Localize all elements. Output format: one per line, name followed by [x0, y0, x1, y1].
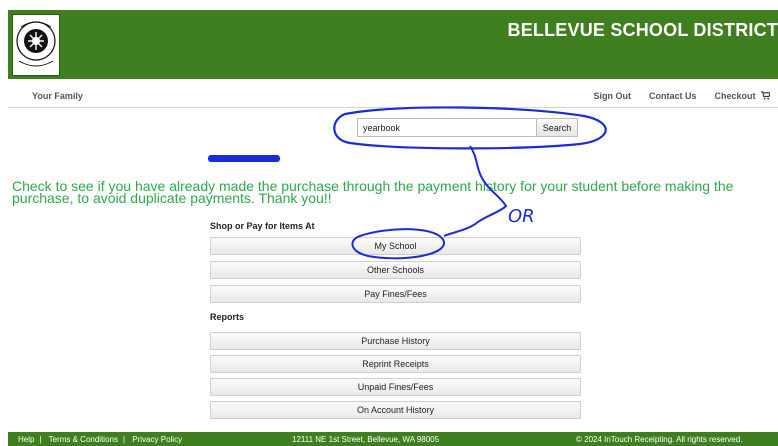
search-button[interactable]: Search [536, 118, 578, 137]
contact-us-link[interactable]: Contact Us [649, 91, 697, 101]
handwritten-or-text: OR [508, 206, 535, 227]
nav-actions: Sign Out Contact Us Checkout [593, 91, 771, 101]
unpaid-fines-button[interactable]: Unpaid Fines/Fees [210, 378, 581, 396]
duplicate-payment-notice: Check to see if you have already made th… [12, 178, 734, 206]
pay-fines-button[interactable]: Pay Fines/Fees [210, 285, 581, 303]
terms-link[interactable]: Terms & Conditions [49, 435, 118, 444]
my-school-button[interactable]: My School [210, 237, 581, 255]
on-account-history-button[interactable]: On Account History [210, 401, 581, 419]
footer-copyright: © 2024 InTouch Receipting. All rights re… [576, 435, 743, 444]
district-seal-icon [16, 21, 56, 67]
search-input[interactable] [357, 118, 537, 137]
help-link[interactable]: Help [18, 435, 34, 444]
top-nav: Your Family Sign Out Contact Us Checkout [8, 85, 778, 108]
reports-heading: Reports [210, 312, 245, 322]
nav-your-family[interactable]: Your Family [32, 91, 83, 101]
privacy-link[interactable]: Privacy Policy [132, 435, 182, 444]
checkout-link[interactable]: Checkout [714, 91, 771, 101]
other-schools-button[interactable]: Other Schools [210, 261, 581, 279]
sign-out-link[interactable]: Sign Out [593, 91, 631, 101]
district-logo[interactable] [12, 14, 60, 76]
site-header: BELLEVUE SCHOOL DISTRICT [8, 10, 778, 79]
site-title: BELLEVUE SCHOOL DISTRICT [507, 20, 778, 40]
purchase-history-button[interactable]: Purchase History [210, 332, 581, 350]
shop-heading: Shop or Pay for Items At [210, 221, 315, 231]
cart-icon [761, 91, 771, 100]
search-bar: Search [357, 118, 578, 139]
checkout-label: Checkout [714, 91, 756, 101]
site-footer: Help | Terms & Conditions | Privacy Policy… [8, 432, 778, 446]
footer-links: Help | Terms & Conditions | Privacy Policy [18, 435, 183, 444]
redaction-mark [208, 155, 280, 162]
footer-address: 12111 NE 1st Street, Bellevue, WA 98005 [292, 435, 440, 444]
reprint-receipts-button[interactable]: Reprint Receipts [210, 355, 581, 373]
